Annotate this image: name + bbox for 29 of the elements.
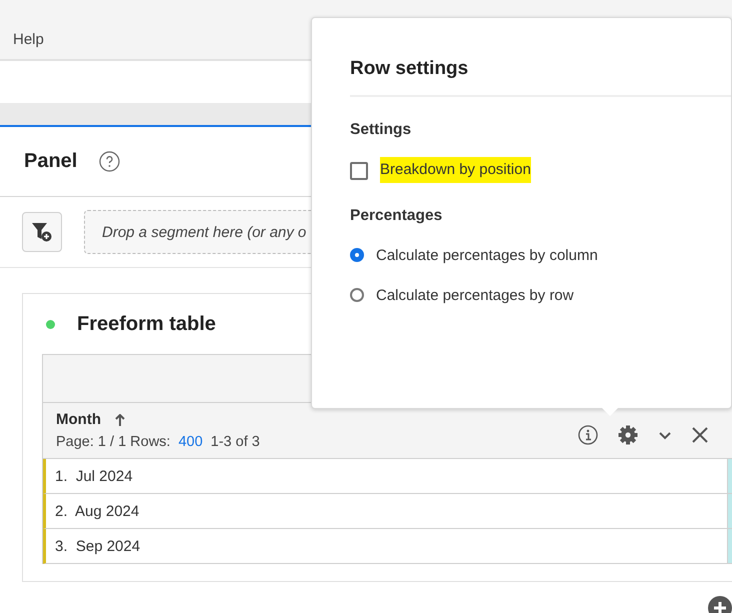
filter-add-icon bbox=[31, 221, 53, 243]
radio-button[interactable] bbox=[350, 248, 364, 262]
section-heading: Percentages bbox=[350, 207, 444, 225]
panel-title: Panel bbox=[24, 150, 78, 173]
card-title: Freeform table bbox=[77, 312, 216, 336]
checkbox[interactable] bbox=[350, 162, 368, 180]
row-label[interactable]: 1. Jul 2024 bbox=[46, 459, 727, 493]
row-label[interactable]: 3. Sep 2024 bbox=[46, 529, 727, 563]
section-heading: Settings bbox=[350, 121, 412, 139]
rows-link[interactable]: 400 bbox=[178, 434, 203, 450]
option-label: Breakdown by position bbox=[380, 157, 531, 183]
add-filter-button[interactable] bbox=[22, 212, 62, 252]
radio-button[interactable] bbox=[350, 288, 364, 302]
chevron-down-icon[interactable] bbox=[658, 430, 672, 440]
info-icon[interactable] bbox=[578, 425, 598, 445]
drop-zone-placeholder: Drop a segment here (or any o bbox=[102, 224, 306, 240]
settings-icon[interactable] bbox=[618, 425, 638, 445]
option-label: Calculate percentages by column bbox=[376, 246, 598, 266]
row-label[interactable]: 2. Aug 2024 bbox=[46, 494, 727, 528]
option-label: Calculate percentages by row bbox=[376, 286, 575, 306]
menu-item[interactable]: Help bbox=[13, 31, 44, 48]
row-range: 1-3 of 3 bbox=[210, 434, 260, 450]
popover-title: Row settings bbox=[350, 18, 731, 97]
page-info: Page: 1 / 1 Rows: bbox=[56, 434, 170, 450]
close-icon[interactable] bbox=[692, 427, 708, 443]
add-icon[interactable] bbox=[708, 596, 732, 613]
help-icon[interactable] bbox=[99, 151, 120, 172]
sort-icon[interactable] bbox=[114, 414, 125, 426]
column-label[interactable]: Month bbox=[56, 411, 101, 428]
